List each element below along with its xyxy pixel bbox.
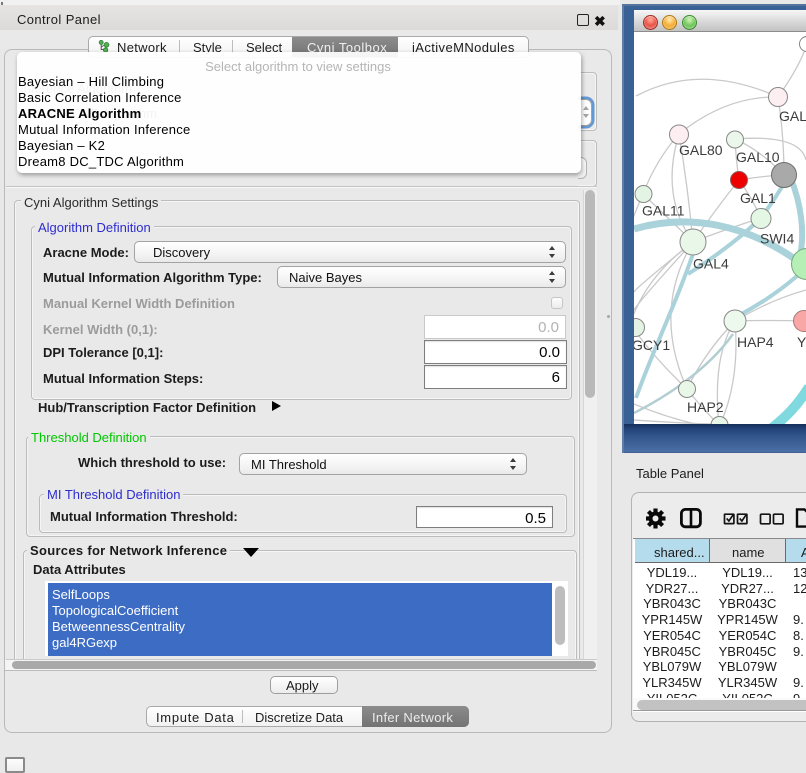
svg-text:SWI4: SWI4	[760, 231, 794, 247]
svg-text:GAL80: GAL80	[679, 142, 723, 158]
svg-text:GCY1: GCY1	[634, 337, 670, 353]
svg-text:YM: YM	[797, 334, 806, 350]
svg-text:GAL10: GAL10	[736, 149, 780, 165]
svg-text:GAL7: GAL7	[779, 108, 806, 124]
svg-text:GAL4: GAL4	[693, 256, 729, 272]
svg-text:HAP4: HAP4	[737, 334, 774, 350]
svg-text:HAP2: HAP2	[687, 399, 724, 415]
svg-text:GAL1: GAL1	[740, 190, 776, 206]
svg-text:GAL11: GAL11	[642, 203, 685, 219]
